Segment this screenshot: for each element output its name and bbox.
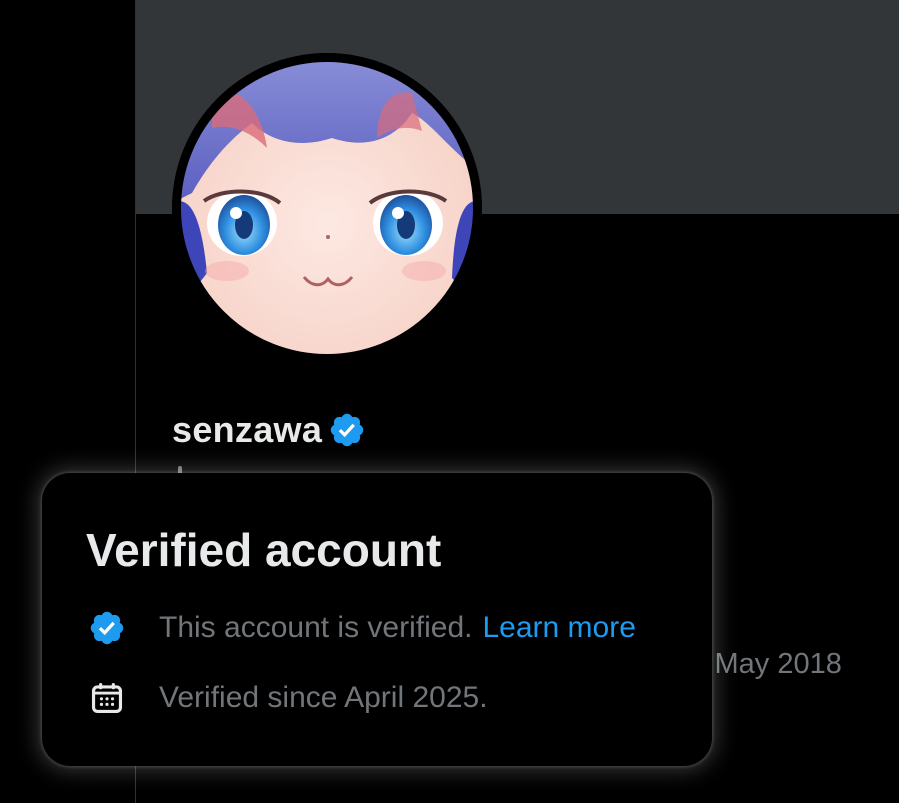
verified-status-text: This account is verified. (159, 611, 473, 644)
popover-title: Verified account (86, 524, 442, 576)
profile-avatar[interactable] (172, 53, 482, 363)
calendar-icon (91, 682, 123, 714)
profile-display-name: senzawa (172, 409, 323, 450)
profile-name-row: senzawa (172, 406, 366, 454)
verified-badge-icon (90, 611, 124, 645)
learn-more-link[interactable]: Learn more (482, 611, 635, 645)
verified-popover: Verified account This account is verifie… (42, 473, 712, 766)
verified-status-row: This account is verified. Learn more (88, 607, 636, 649)
verified-since-row: Verified since April 2025. (88, 677, 488, 719)
verified-since-text: Verified since April 2025. (159, 681, 488, 714)
avatar-illustration (172, 53, 482, 363)
joined-date-text: l May 2018 (700, 648, 842, 680)
verified-badge-icon[interactable] (328, 411, 366, 449)
profile-page: senzawa l May 2018 Verified account This… (0, 0, 899, 803)
